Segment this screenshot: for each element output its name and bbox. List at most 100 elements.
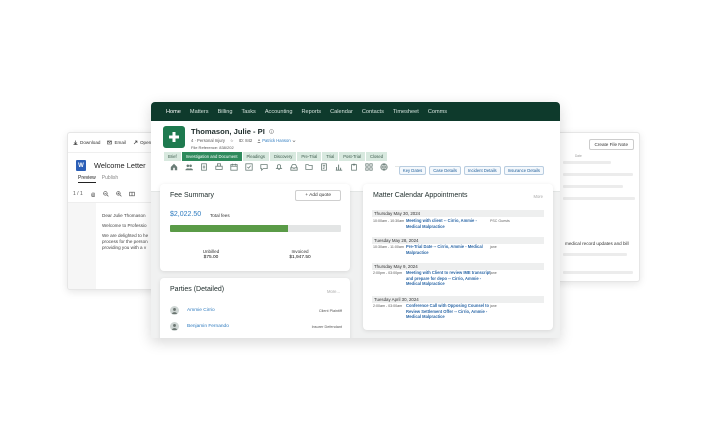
nav-calendar[interactable]: Calendar [330,109,353,115]
placeholder-line [563,271,633,274]
fee-progress-bar [170,225,341,232]
document-icon[interactable] [200,163,208,171]
checkbox-icon[interactable] [245,163,253,171]
nav-comms[interactable]: Comms [428,109,447,115]
download-icon [73,140,78,145]
case-details-button[interactable]: Case Details [429,166,461,175]
file-notes-window: Create File Note Date medical record upd… [556,132,640,282]
matter-stage-tracker: Brief Investigation and Document Pleadin… [164,152,388,161]
nav-billing[interactable]: Billing [218,109,233,115]
pan-hand-icon[interactable] [90,191,96,197]
nav-home[interactable]: Home [166,109,181,115]
invoiced-summary: Invoiced $1,947.50 [260,249,340,260]
parties-more-link[interactable]: More... [327,289,340,294]
chevron-down-icon [292,139,296,142]
appointment-link[interactable]: Meeting with Client to review IME transc… [406,270,491,287]
appointment-link[interactable]: Meeting with client -- Cirrio, Ammie - M… [406,218,491,229]
stage-brief[interactable]: Brief [164,152,181,161]
stage-pre-trial[interactable]: Pre-Trial [297,152,322,161]
avatar [170,322,179,331]
printer-icon[interactable] [215,163,223,171]
file-note-text: medical record updates and bill [565,241,629,246]
stage-closed[interactable]: Closed [366,152,388,161]
insurance-details-button[interactable]: Insurance Details [503,166,544,175]
info-icon[interactable] [269,129,274,134]
favorite-star-icon[interactable]: ☆ [230,138,234,143]
clipboard-icon[interactable] [350,163,358,171]
appointment-attendee: jane [490,304,497,308]
fee-summary-title: Fee Summary [170,192,214,199]
appointment-link[interactable]: Conference Call with Opposing Counsel to… [406,303,491,320]
fee-summary-card: Fee Summary + Add quote $2,022.50 Total … [160,184,350,271]
calendar-more-link[interactable]: More [533,194,543,199]
calendar-day-header: Thursday May 30, 2024 [372,210,544,217]
create-file-note-button[interactable]: Create File Note [588,139,634,150]
contract-icon[interactable] [320,163,328,171]
open-icon [133,140,138,145]
appointment-time: 2:00pm - 03:00pm [373,271,403,275]
nav-tasks[interactable]: Tasks [242,109,256,115]
stage-trial[interactable]: Trial [322,152,339,161]
tab-preview[interactable]: Preview [78,175,96,183]
medical-cross-icon [163,126,185,148]
word-document-icon: W [76,160,86,171]
calendar-day-header: Thursday May 9, 2024 [372,263,544,270]
zoom-in-icon[interactable] [116,191,122,197]
responsible-person[interactable]: Patrick Hanson [257,138,296,143]
invoiced-label: Invoiced [291,249,309,254]
open-label: Open [139,140,152,145]
nav-timesheet[interactable]: Timesheet [393,109,419,115]
calendar-icon[interactable] [230,163,238,171]
party-name[interactable]: Benjamin Fernando [187,324,229,329]
matter-title-text: Thomason, Julie - PI [191,127,265,136]
globe-icon[interactable] [380,163,388,171]
parties-card: Parties (Detailed) More... Ammie Cirrio … [160,278,350,338]
stage-investigation[interactable]: Investigation and Document [181,152,242,161]
total-fees-value: $2,022.50 [170,211,202,218]
appointment-link[interactable]: Pre-Trial Date -- Cirrio, Ammie - Medica… [406,244,491,255]
screenshot-stage: Download Email Open W Welcome Letter Pre… [0,0,708,440]
unbilled-summary: Unbilled $75.00 [171,249,251,260]
party-name[interactable]: Ammie Cirrio [187,308,215,313]
top-navigation: Home Matters Billing Tasks Accounting Re… [151,102,560,121]
chat-icon[interactable] [260,163,268,171]
placeholder-line [563,253,627,256]
stage-pleadings[interactable]: Pleadings [242,152,269,161]
email-button[interactable]: Email [107,140,126,145]
file-reference: File Reference: 838/202 [191,145,234,150]
appointment-attendee: PSC Guests [490,219,510,223]
matter-title: Thomason, Julie - PI [191,127,274,136]
appointment-time: 10:30am - 11:00am [373,245,404,249]
party-row[interactable]: Ammie Cirrio Client Plaintiff [170,306,342,315]
document-title: Welcome Letter [94,161,146,170]
open-button[interactable]: Open [133,140,151,145]
key-dates-button[interactable]: Key Dates [398,166,427,175]
party-row[interactable]: Benjamin Fernando Insurer Defendant [170,322,342,331]
download-button[interactable]: Download [73,140,100,145]
people-icon[interactable] [185,163,193,171]
invoiced-value: $1,947.50 [289,255,311,260]
home-icon[interactable] [170,163,178,171]
appointment-time: 10:00am - 10:30am [373,219,405,223]
page-view-icon[interactable] [129,191,135,197]
folder-icon[interactable] [305,163,313,171]
bar-chart-icon[interactable] [335,163,343,171]
nav-contacts[interactable]: Contacts [362,109,384,115]
stage-post-trial[interactable]: Post-Trial [339,152,366,161]
nav-reports[interactable]: Reports [302,109,322,115]
placeholder-line [563,197,635,200]
calendar-title: Matter Calendar Appointments [373,192,468,199]
party-role: Client Plaintiff [318,308,342,313]
bell-icon[interactable] [275,163,283,171]
zoom-out-icon[interactable] [103,191,109,197]
incident-details-button[interactable]: Incident Details [464,166,501,175]
parties-title: Parties (Detailed) [170,286,225,293]
nav-accounting[interactable]: Accounting [265,109,293,115]
tab-publish[interactable]: Publish [102,175,118,183]
inbox-icon[interactable] [290,163,298,171]
calendar-day-header: Tuesday May 28, 2024 [372,237,544,244]
nav-matters[interactable]: Matters [190,109,209,115]
stage-discovery[interactable]: Discovery [269,152,297,161]
add-quote-button[interactable]: + Add quote [295,190,341,201]
grid-icon[interactable] [365,163,373,171]
